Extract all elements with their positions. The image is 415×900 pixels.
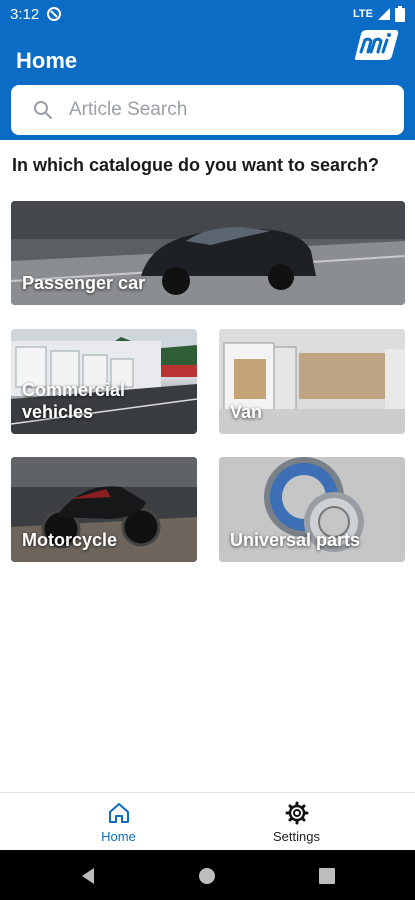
tile-van[interactable]: Van: [219, 329, 405, 434]
app-header: Home: [0, 28, 415, 140]
tile-label: Passenger car: [22, 273, 146, 293]
signal-icon: [378, 8, 390, 20]
nav-settings[interactable]: Settings: [193, 793, 400, 851]
nav-home-label: Home: [101, 828, 136, 844]
battery-icon: [395, 6, 405, 22]
search-icon: [34, 101, 52, 119]
tile-universal-parts[interactable]: Universal parts: [219, 457, 405, 562]
search-input[interactable]: [69, 99, 349, 121]
tile-motorcycle[interactable]: Motorcycle: [11, 457, 197, 562]
search-box[interactable]: [11, 85, 404, 135]
tile-label: Van: [230, 402, 263, 422]
tile-commercial-vehicles[interactable]: Commercial vehicles: [11, 329, 197, 434]
do-not-disturb-icon: [47, 7, 62, 21]
tile-passenger-car[interactable]: Passenger car: [11, 201, 405, 305]
nav-settings-label: Settings: [273, 828, 320, 844]
page-title: Home: [16, 48, 78, 73]
bottom-nav: Home Settings: [0, 792, 415, 850]
home-icon: [108, 802, 129, 823]
tile-label: Motorcycle: [22, 530, 118, 550]
gear-icon: [285, 801, 308, 824]
catalogue-question: In which catalogue do you want to search…: [12, 155, 380, 175]
tile-label: Commercial vehicles: [22, 380, 126, 422]
status-bar: 3:12 LTE: [0, 0, 415, 28]
back-icon[interactable]: [78, 865, 100, 887]
brand-logo: [354, 30, 399, 60]
nav-home[interactable]: Home: [15, 793, 222, 851]
status-time: 3:12: [10, 5, 40, 23]
network-type: LTE: [353, 8, 373, 20]
system-nav-bar: [0, 850, 415, 900]
recents-icon[interactable]: [316, 865, 338, 887]
tile-label: Universal parts: [230, 530, 361, 550]
home-circle-icon[interactable]: [196, 865, 218, 887]
